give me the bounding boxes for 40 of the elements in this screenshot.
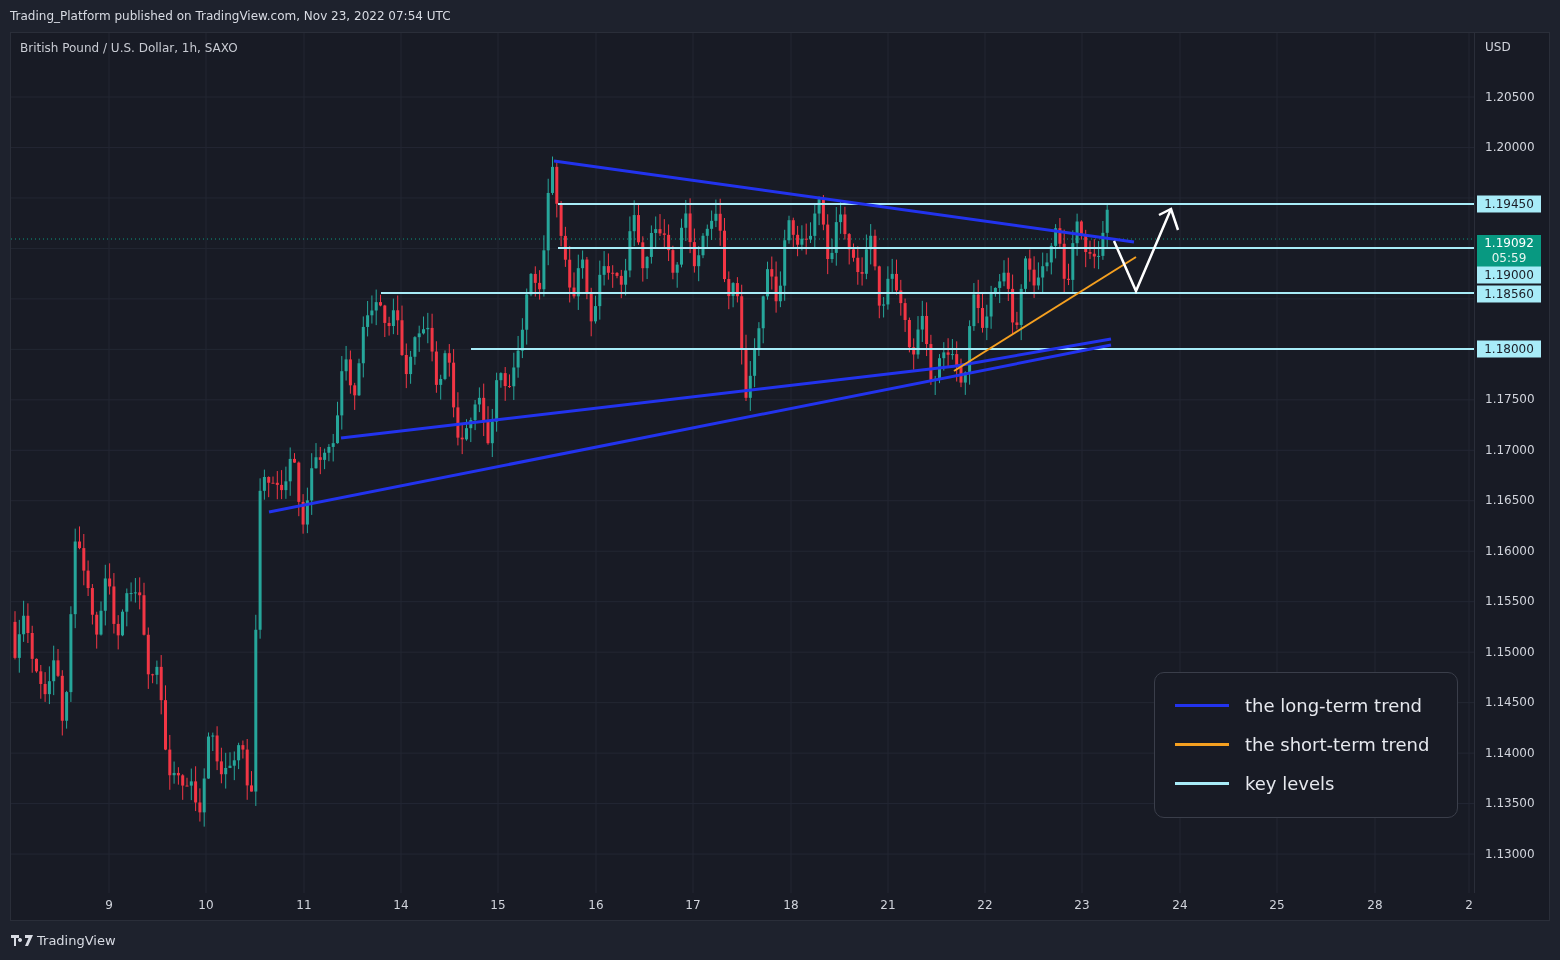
price-level-tag: 1.19000 [1477, 266, 1541, 284]
price-label: 1.17500 [1485, 392, 1535, 407]
price-level-tag: 1.18560 [1477, 285, 1541, 303]
date-label: 22 [977, 897, 993, 912]
date-label: 11 [296, 897, 312, 912]
logo-icon [11, 934, 33, 946]
price-label: 1.17000 [1485, 442, 1535, 457]
date-label: 16 [588, 897, 604, 912]
price-label: 1.15500 [1485, 594, 1535, 609]
date-label: 9 [105, 897, 113, 912]
price-label: 1.16500 [1485, 493, 1535, 508]
date-label: 17 [685, 897, 701, 912]
date-label: 14 [393, 897, 409, 912]
price-label: 1.16000 [1485, 543, 1535, 558]
date-label: 25 [1269, 897, 1285, 912]
date-label: 15 [490, 897, 506, 912]
current-price-tag: 1.19092 05:59 [1477, 234, 1541, 267]
price-level-tag: 1.18000 [1477, 340, 1541, 358]
brand-name: TradingView [37, 932, 116, 948]
price-label: 1.15000 [1485, 644, 1535, 659]
currency-label: USD [1485, 39, 1511, 54]
date-label: 24 [1172, 897, 1188, 912]
legend-label: the short-term trend [1245, 734, 1430, 756]
price-label: 1.20000 [1485, 140, 1535, 155]
price-level-tag: 1.19450 [1477, 195, 1541, 213]
date-label: 21 [880, 897, 896, 912]
symbol-title: British Pound / U.S. Dollar, 1h, SAXO [20, 40, 238, 55]
publication-title: Trading_Platform published on TradingView.com, Nov 23, 2022 07:54 UTC [10, 8, 451, 23]
price-label: 1.13500 [1485, 796, 1535, 811]
legend-label: the long-term trend [1245, 695, 1423, 717]
date-label: 28 [1367, 897, 1383, 912]
price-label: 1.13000 [1485, 846, 1535, 861]
date-label: 18 [783, 897, 799, 912]
date-label: 23 [1074, 897, 1090, 912]
legend-label: key levels [1245, 773, 1335, 795]
date-label: 2 [1465, 897, 1473, 912]
price-label: 1.20500 [1485, 89, 1535, 104]
price-label: 1.14000 [1485, 745, 1535, 760]
date-label: 10 [198, 897, 214, 912]
price-label: 1.14500 [1485, 695, 1535, 710]
